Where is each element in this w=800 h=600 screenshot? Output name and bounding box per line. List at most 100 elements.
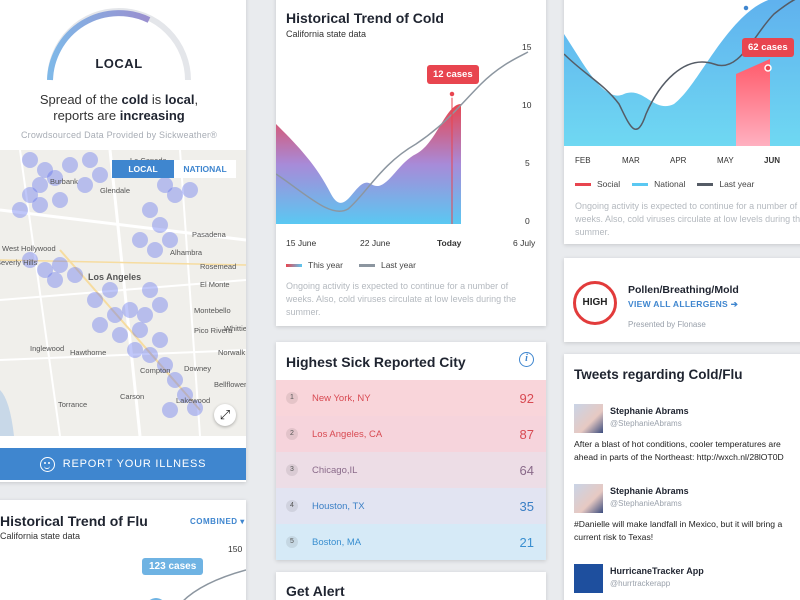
map-place-label: Bellflower [214, 380, 246, 389]
city-name: Chicago,IL [312, 464, 358, 476]
sick-city-card: Highest Sick Reported City i 1 New York, … [276, 342, 546, 560]
spread-card: LOCAL Spread of the cold is local, repor… [0, 0, 246, 482]
toggle-national[interactable]: NATIONAL [174, 160, 236, 178]
flu-filter-label: COMBINED [190, 517, 238, 526]
expand-icon[interactable]: ⤢ [214, 404, 236, 426]
city-rank: 5 [286, 536, 298, 548]
national-swatch [632, 182, 649, 186]
illness-report-marker [52, 192, 68, 208]
city-rank: 1 [286, 392, 298, 404]
tweet-author: Stephanie Abrams [610, 406, 689, 416]
avatar [574, 404, 603, 433]
social-x-tick: MAY [717, 156, 734, 165]
illness-report-marker [32, 197, 48, 213]
cold-y-tick: 15 [522, 42, 532, 52]
flu-filter-dropdown[interactable]: COMBINED ▾ [190, 517, 245, 526]
cold-y-tick: 10 [522, 100, 532, 110]
view-allergens-link[interactable]: VIEW ALL ALLERGENS ➔ [628, 299, 738, 310]
legend-social: Social [597, 179, 621, 189]
cold-value-bubble: 12 cases [427, 65, 479, 84]
cold-trend-card: Historical Trend of Cold California stat… [276, 0, 546, 326]
social-value-bubble: 62 cases [742, 38, 794, 57]
map-place-label: Carson [120, 392, 145, 401]
city-name: New York, NY [312, 392, 371, 404]
cold-legend: This year Last year [286, 260, 416, 270]
get-alert-card[interactable]: Get Alert [276, 572, 546, 600]
social-trend-card: 62 cases FEB MAR APR MAY JUN Social Nati… [564, 0, 800, 244]
illness-report-marker [87, 292, 103, 308]
city-row[interactable]: 4 Houston, TX 35 [276, 488, 546, 524]
illness-report-marker [182, 182, 198, 198]
pollen-card: HIGH Pollen/Breathing/Mold VIEW ALL ALLE… [564, 258, 800, 342]
city-row[interactable]: 2 Los Angeles, CA 87 [276, 416, 546, 452]
illness-report-marker [82, 152, 98, 168]
map-scope-toggle[interactable]: LOCAL NATIONAL [112, 160, 236, 178]
illness-report-marker [62, 157, 78, 173]
illness-map[interactable]: La CanadaBurbankGlendaleWest HollywoodBe… [0, 150, 246, 436]
cold-note: Ongoing activity is expected to continue… [286, 281, 517, 317]
flu-title: Historical Trend of Flu [0, 513, 148, 529]
toggle-local[interactable]: LOCAL [112, 160, 174, 178]
city-name: Los Angeles, CA [312, 428, 383, 440]
tweets-title: Tweets regarding Cold/Flu [574, 367, 743, 382]
social-legend: Social National Last year [575, 179, 754, 189]
social-x-tick: FEB [575, 156, 591, 165]
illness-report-marker [77, 177, 93, 193]
social-x-tick: JUN [764, 156, 781, 165]
map-place-label: Compton [140, 366, 171, 375]
illness-report-marker [22, 152, 38, 168]
illness-report-marker [92, 167, 108, 183]
map-place-label: Montebello [194, 306, 231, 315]
illness-report-marker [152, 332, 168, 348]
cold-title: Historical Trend of Cold [286, 10, 444, 26]
cold-y-tick: 5 [525, 158, 530, 168]
city-row[interactable]: 5 Boston, MA 21 [276, 524, 546, 560]
tweet-text: After a blast of hot conditions, cooler … [574, 439, 784, 462]
illness-report-marker [137, 307, 153, 323]
illness-report-marker [47, 272, 63, 288]
map-place-label: Hawthorne [70, 348, 107, 357]
illness-report-marker [147, 242, 163, 258]
map-place-label: Whittier [224, 324, 246, 333]
flu-value-bubble: 123 cases [142, 558, 204, 575]
spread-gauge [47, 8, 191, 81]
report-illness-button[interactable]: REPORT YOUR ILLNESS [0, 448, 246, 480]
pollen-level-badge: HIGH [573, 281, 617, 325]
avatar [574, 564, 603, 593]
info-icon[interactable]: i [519, 352, 534, 367]
social-note: Ongoing activity is expected to continue… [575, 201, 800, 237]
illness-report-marker [142, 282, 158, 298]
last-year-swatch [697, 182, 714, 186]
spread-summary: Spread of the cold is local, reports are… [39, 92, 199, 123]
illness-report-marker [92, 317, 108, 333]
cold-x-tick: 6 July [513, 238, 536, 248]
map-place-label: Norwalk [218, 348, 246, 357]
illness-report-marker [52, 257, 68, 273]
cold-y-tick: 0 [525, 216, 530, 226]
this-year-swatch [286, 263, 302, 267]
last-year-swatch [358, 263, 375, 267]
map-place-label: Downey [184, 364, 212, 373]
map-place-label: Lakewood [176, 396, 211, 405]
illness-report-marker [107, 307, 123, 323]
social-x-tick: MAR [622, 156, 640, 165]
city-row[interactable]: 3 Chicago,IL 64 [276, 452, 546, 488]
map-place-label: Burbank [50, 177, 78, 186]
cold-x-tick: 22 June [360, 238, 391, 248]
data-credit: Crowdsourced Data Provided by Sickweathe… [20, 130, 218, 140]
legend-last-year: Last year [380, 260, 416, 270]
map-place-label: Alhambra [170, 248, 203, 257]
cold-x-tick: 15 June [286, 238, 317, 248]
tweet-text: #Danielle will make landfall in Mexico, … [574, 519, 783, 542]
illness-report-marker [132, 232, 148, 248]
social-chart [564, 0, 800, 146]
city-title: Highest Sick Reported City [286, 354, 466, 370]
cold-x-tick: Today [437, 238, 462, 248]
city-rank: 4 [286, 500, 298, 512]
map-place-label: Beverly Hills [0, 258, 38, 267]
avatar [574, 484, 603, 513]
city-row[interactable]: 1 New York, NY 92 [276, 380, 546, 416]
illness-report-marker [12, 202, 28, 218]
tweet-handle: @hurrtrackerapp [610, 579, 671, 588]
illness-report-marker [152, 297, 168, 313]
